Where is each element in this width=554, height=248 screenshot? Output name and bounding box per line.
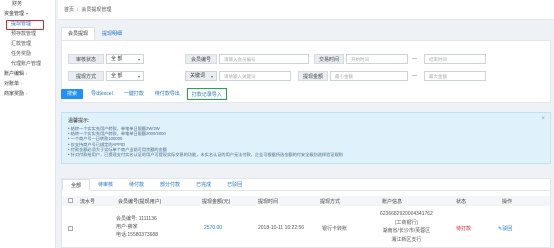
keyword-input[interactable]: 请依输入关键词 bbox=[219, 71, 291, 81]
sidebar-group-label: 商家奖励 bbox=[4, 91, 25, 97]
chevron-right-icon: › bbox=[26, 71, 28, 76]
col-operation: 操作 bbox=[502, 198, 513, 205]
tab-withdraw-detail[interactable]: 提现明细 bbox=[95, 27, 129, 40]
breadcrumb-home[interactable]: 首页 bbox=[64, 6, 74, 13]
status-tab-pending-payment[interactable]: 待付款 bbox=[121, 179, 152, 191]
chevron-right-icon: › bbox=[26, 91, 28, 96]
col-time: 提现时间 bbox=[258, 198, 279, 205]
col-status: 状态 bbox=[456, 198, 467, 205]
account-bank: (工商银行) bbox=[394, 219, 419, 226]
col-account: 账户信息 bbox=[382, 198, 403, 205]
status-tabs: 全部 待审核 待付款 部分付款 已完成 已驳回 bbox=[62, 179, 550, 191]
sidebar-group-funds[interactable]: 资金管理 ▾ bbox=[0, 9, 55, 19]
export-excel-button[interactable]: 导出excel bbox=[87, 89, 117, 99]
breadcrumb: 首页 / 会员提现管理 bbox=[58, 0, 554, 20]
sidebar-item-task-reward[interactable]: 任务奖励 bbox=[0, 49, 55, 59]
table-row: 会员编号: 1111136 用户-薛家 电话:15580373688 2570.… bbox=[62, 207, 550, 248]
select-all-checkbox[interactable] bbox=[68, 197, 73, 205]
reject-label: 驳回 bbox=[502, 226, 513, 232]
account-number: 6236682920004341762 bbox=[380, 211, 433, 217]
withdraw-amount: 2570.00 bbox=[204, 225, 223, 231]
keyword-select-value: 关键词 bbox=[190, 73, 206, 79]
amount-max-input[interactable]: 最大金额 bbox=[424, 71, 486, 81]
status-tab-partial-payment[interactable]: 部分付款 bbox=[152, 179, 188, 191]
method-select[interactable]: 全 部 ▾ bbox=[106, 71, 144, 81]
time-start-input[interactable]: 开始时间 bbox=[346, 54, 408, 64]
one-click-pay-button[interactable]: 一键打款 bbox=[120, 89, 148, 99]
sidebar-group-label: 账户编辑 bbox=[4, 71, 25, 77]
main-content: 首页 / 会员提现管理 会员提现 提现明细 审核状态 全 部 ▾ 会员编号 请输入… bbox=[58, 0, 554, 248]
breadcrumb-current: 会员提现管理 bbox=[81, 7, 112, 13]
chevron-down-icon: ▾ bbox=[137, 57, 140, 62]
search-button[interactable]: 搜索 bbox=[61, 89, 84, 99]
import-records-button[interactable]: 打款记录导入 bbox=[186, 88, 227, 100]
method-label: 提现方式 bbox=[68, 71, 104, 81]
action-bar: 搜索 导出excel 一键打款 待付款导出 打款记录导入 bbox=[61, 88, 227, 100]
col-amount: 提现金额(元) bbox=[202, 198, 231, 205]
pending-export-button[interactable]: 待付款导出 bbox=[151, 89, 184, 99]
sidebar-item-remittance[interactable]: 汇款管理 bbox=[0, 39, 55, 49]
chevron-down-icon: ▾ bbox=[26, 11, 29, 16]
time-label: 交易时间 bbox=[314, 54, 344, 64]
account-info: 6236682920004341762 (工商银行) 湖南省/长沙市/芙蓉区 湘… bbox=[380, 210, 433, 244]
notice-box: × 温馨提示: • 结转一个实实充用户转款，单笔单日限额2W/2W • 结转一个… bbox=[61, 112, 551, 164]
chevron-down-icon: ▾ bbox=[210, 74, 213, 79]
status-tab-pending-review[interactable]: 待审核 bbox=[90, 179, 121, 191]
reject-button[interactable]: ✎驳回 bbox=[498, 225, 512, 232]
tab-member-withdraw[interactable]: 会员提现 bbox=[61, 27, 96, 40]
sidebar-group-statement[interactable]: 对账单 › bbox=[0, 79, 55, 89]
chevron-down-icon: ▾ bbox=[137, 74, 140, 79]
close-icon[interactable]: × bbox=[541, 116, 545, 122]
notice-title: 温馨提示: bbox=[68, 118, 90, 124]
status-badge: 待打款 bbox=[456, 226, 472, 232]
sidebar-group-label: 资金管理 bbox=[4, 11, 25, 17]
row-checkbox[interactable] bbox=[68, 226, 73, 233]
sidebar-top-label: 财务 bbox=[12, 1, 23, 7]
amount-min-input[interactable]: 最小金额 bbox=[330, 71, 408, 81]
sidebar-item-agent-account[interactable]: 代理账户管理 bbox=[0, 59, 55, 69]
keyword-select[interactable]: 关键词 ▾ bbox=[185, 71, 217, 81]
notice-line: • 针对付款给用户，已提现支付实名认证的用户可提现实际交易的功能，未实名认证的用… bbox=[68, 152, 343, 158]
member-no-input[interactable]: 请输入会员编号 bbox=[219, 54, 309, 64]
status-tab-rejected[interactable]: 已驳回 bbox=[219, 179, 250, 191]
member-name: 用户-薛家 bbox=[116, 224, 138, 230]
member-phone: 电话:15580373688 bbox=[116, 232, 158, 238]
chevron-right-icon: › bbox=[21, 81, 23, 86]
amount-label: 提现金额 bbox=[298, 71, 328, 81]
sidebar-group-account[interactable]: 账户编辑 › bbox=[0, 69, 55, 79]
time-end-input[interactable]: 结束时间 bbox=[424, 54, 486, 64]
member-no-label: 会员编号 bbox=[185, 54, 217, 64]
audit-status-label: 审核状态 bbox=[68, 54, 104, 64]
col-serial: 流水号 bbox=[80, 198, 96, 205]
sidebar: 财务 资金管理 ▾ 提现管理 预存款管理 汇款管理 任务奖励 代理账户管理 账户编… bbox=[0, 0, 56, 248]
audit-status-select[interactable]: 全 部 ▾ bbox=[106, 54, 144, 64]
member-no: 会员编号: 1111136 bbox=[116, 216, 157, 222]
page-tabs: 会员提现 提现明细 bbox=[61, 27, 129, 40]
withdraw-time: 2018-10-11 16:22:56 bbox=[258, 225, 305, 231]
table-header: 流水号 会员编号(提现用户) 提现金额(元) 提现时间 提现方式 账户信息 状态… bbox=[62, 196, 550, 206]
withdraw-method: 银行卡转账 bbox=[322, 226, 348, 232]
breadcrumb-separator: / bbox=[77, 6, 79, 13]
withdraw-list-panel: 全部 待审核 待付款 部分付款 已完成 已驳回 流水号 会员编号(提现用户) 提… bbox=[61, 178, 551, 248]
col-member: 会员编号(提现用户) bbox=[118, 198, 162, 205]
col-method: 提现方式 bbox=[320, 198, 341, 205]
sidebar-group-label: 对账单 bbox=[4, 81, 20, 87]
account-region: 湖南省/长沙市/芙蓉区 bbox=[382, 228, 431, 234]
method-value: 全 部 bbox=[111, 73, 123, 79]
status-tab-all[interactable]: 全部 bbox=[62, 179, 91, 191]
status-tab-completed[interactable]: 已完成 bbox=[188, 179, 219, 191]
account-branch: 湘江新区支行 bbox=[391, 236, 422, 243]
sidebar-item-prepaid[interactable]: 预存款管理 bbox=[0, 29, 55, 39]
sidebar-group-merchant-reward[interactable]: 商家奖励 › bbox=[0, 89, 55, 99]
range-separator: — bbox=[412, 73, 417, 79]
range-separator: — bbox=[412, 56, 417, 62]
member-info: 会员编号: 1111136 用户-薛家 电话:15580373688 bbox=[116, 215, 158, 239]
sidebar-item-withdraw-management[interactable]: 提现管理 bbox=[0, 19, 55, 30]
audit-status-value: 全 部 bbox=[111, 56, 123, 62]
